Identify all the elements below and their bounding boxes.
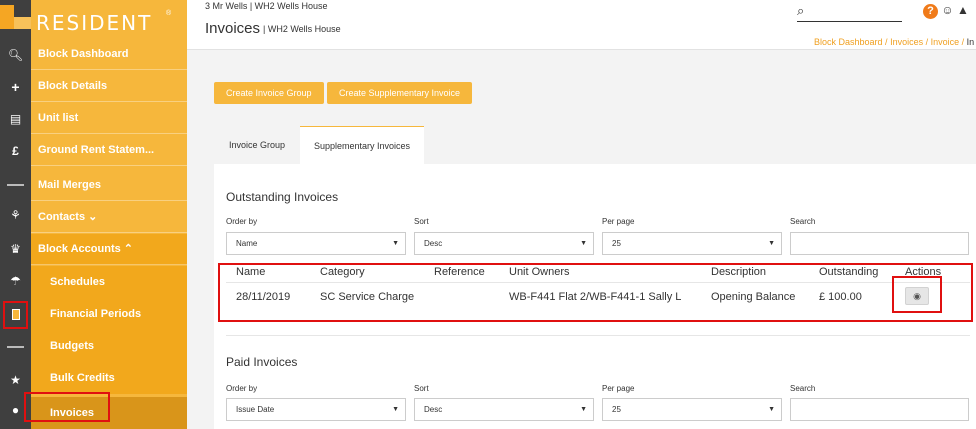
briefcase-icon[interactable]: ▤ <box>0 109 31 129</box>
sidebar-subitem-budgets[interactable]: Budgets <box>31 330 187 362</box>
column-header-name[interactable]: Name <box>236 266 265 278</box>
icon-rail: 🔍︎ + ▤ £ ⚘ ♛ ☂ ★ ● <box>0 0 31 429</box>
search-label: Search <box>790 217 816 226</box>
chevron-down-icon: ▼ <box>580 240 587 247</box>
cell-description: Opening Balance <box>711 291 796 303</box>
sidebar-item-mail-merges[interactable]: Mail Merges <box>31 170 187 201</box>
logo-mark-icon <box>0 0 31 33</box>
paid-invoices-title: Paid Invoices <box>226 355 298 369</box>
brand-logo: RESIDENT <box>36 11 153 35</box>
sidebar-item-block-details[interactable]: Block Details <box>31 71 187 102</box>
sidebar-item-unit-list[interactable]: Unit list <box>31 103 187 134</box>
table-header-divider <box>226 282 970 283</box>
chevron-down-icon: ▼ <box>392 240 399 247</box>
search-label: Search <box>790 384 816 393</box>
page-subtitle: | WH2 Wells House <box>263 24 341 34</box>
chevron-down-icon: ▼ <box>392 406 399 413</box>
column-header-reference[interactable]: Reference <box>434 266 485 278</box>
tab-supplementary-invoices[interactable]: Supplementary Invoices <box>300 126 424 164</box>
sidebar-subitem-schedules[interactable]: Schedules <box>31 266 187 298</box>
column-header-unit-owners[interactable]: Unit Owners <box>509 266 570 278</box>
paid-sort-select[interactable]: Desc ▼ <box>414 398 594 421</box>
header-icons: ? ☺ ▲ <box>923 3 969 19</box>
create-invoice-group-button[interactable]: Create Invoice Group <box>214 82 324 104</box>
header-search[interactable]: ⌕ <box>797 3 902 22</box>
graduation-cap-icon[interactable]: ▲ <box>957 3 969 17</box>
search-input[interactable] <box>790 232 969 255</box>
sort-select[interactable]: Desc ▼ <box>414 232 594 255</box>
sidebar-item-block-dashboard[interactable]: Block Dashboard <box>31 39 187 70</box>
order-by-label: Order by <box>226 384 258 393</box>
per-page-value: 25 <box>612 405 621 414</box>
chevron-down-icon: ▼ <box>768 240 775 247</box>
eye-icon: ◉ <box>913 291 921 301</box>
per-page-value: 25 <box>612 239 621 248</box>
bulb-icon[interactable]: ● <box>0 400 31 420</box>
order-by-value: Name <box>236 239 258 248</box>
sort-value: Desc <box>424 405 443 414</box>
sidebar-subitem-financial-periods[interactable]: Financial Periods <box>31 298 187 330</box>
star-icon[interactable]: ★ <box>0 370 31 390</box>
paid-per-page-select[interactable]: 25 ▼ <box>602 398 782 421</box>
plus-icon[interactable]: + <box>0 77 31 97</box>
brand-registered-mark: ® <box>166 10 172 17</box>
breadcrumb: Block Dashboard / Invoices / Invoice / I… <box>814 37 975 47</box>
per-page-label: Per page <box>602 384 635 393</box>
order-by-select[interactable]: Name ▼ <box>226 232 406 255</box>
paid-order-by-select[interactable]: Issue Date ▼ <box>226 398 406 421</box>
sidebar-subitem-invoices[interactable]: Invoices <box>31 397 187 429</box>
cell-outstanding: £ 100.00 <box>819 291 862 303</box>
sort-value: Desc <box>424 239 443 248</box>
column-header-outstanding[interactable]: Outstanding <box>819 266 878 278</box>
cell-category: SC Service Charge <box>320 291 415 303</box>
per-page-label: Per page <box>602 217 635 226</box>
breadcrumb-link[interactable]: Invoices <box>890 37 923 47</box>
view-invoice-button[interactable]: ◉ <box>905 287 929 305</box>
sidebar-subitem-bulk-credits[interactable]: Bulk Credits <box>31 362 187 394</box>
chevron-down-icon: ▼ <box>580 406 587 413</box>
search-icon[interactable]: ⌕ <box>797 3 804 19</box>
smiley-icon[interactable]: ☺ <box>941 3 953 17</box>
divider-icon <box>7 346 24 348</box>
top-header: 3 Mr Wells | WH2 Wells House Invoices | … <box>187 0 976 50</box>
document-icon[interactable] <box>0 304 31 324</box>
paid-search-input[interactable] <box>790 398 969 421</box>
cell-unit-owners: WB-F441 Flat 2/WB-F441-1 Sally L <box>509 291 682 303</box>
breadcrumb-link[interactable]: Block Dashboard <box>814 37 883 47</box>
search-icon[interactable]: 🔍︎ <box>0 45 31 65</box>
column-header-actions: Actions <box>905 266 942 278</box>
sidebar-item-block-accounts[interactable]: Block Accounts ⌃ <box>31 234 187 265</box>
outstanding-invoices-title: Outstanding Invoices <box>226 190 339 204</box>
sort-label: Sort <box>414 217 429 226</box>
bank-icon[interactable]: ♛ <box>0 239 31 259</box>
order-by-label: Order by <box>226 217 258 226</box>
divider-icon <box>7 184 24 186</box>
cell-name: 28/11/2019 <box>236 291 291 303</box>
breadcrumb-link[interactable]: Invoice <box>931 37 960 47</box>
breadcrumb-current: In <box>966 37 975 47</box>
column-header-description[interactable]: Description <box>711 266 766 278</box>
table-bottom-divider <box>226 335 970 336</box>
help-icon[interactable]: ? <box>923 4 938 19</box>
context-crumb: 3 Mr Wells | WH2 Wells House <box>205 1 328 11</box>
create-supplementary-invoice-button[interactable]: Create Supplementary Invoice <box>327 82 473 104</box>
sidebar-item-ground-rent[interactable]: Ground Rent Statem... <box>31 135 187 166</box>
tab-invoice-group[interactable]: Invoice Group <box>214 126 300 164</box>
page-title: Invoices <box>205 20 261 37</box>
column-header-category[interactable]: Category <box>320 266 365 278</box>
chevron-down-icon: ▼ <box>768 406 775 413</box>
sidebar-item-contacts[interactable]: Contacts ⌄ <box>31 202 187 233</box>
umbrella-icon[interactable]: ☂ <box>0 271 31 291</box>
sort-label: Sort <box>414 384 429 393</box>
per-page-select[interactable]: 25 ▼ <box>602 232 782 255</box>
contacts-icon[interactable]: ⚘ <box>0 205 31 225</box>
pound-icon[interactable]: £ <box>0 141 31 161</box>
order-by-value: Issue Date <box>236 405 275 414</box>
